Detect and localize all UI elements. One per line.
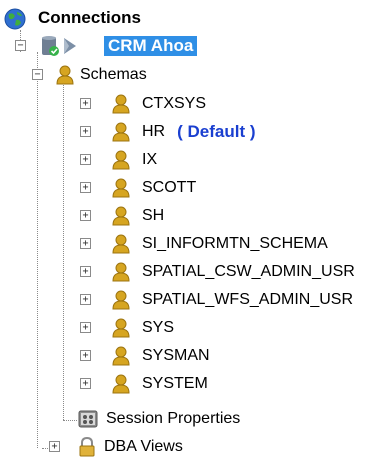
schema-item[interactable]: SYS (112, 314, 174, 342)
schema-item[interactable]: SPATIAL_CSW_ADMIN_USR (112, 258, 355, 286)
expand-toggle[interactable]: + (80, 182, 91, 193)
user-icon (112, 150, 130, 175)
user-icon (112, 178, 130, 203)
tree-line (63, 80, 64, 420)
user-icon (112, 94, 130, 119)
tree-line (37, 52, 38, 448)
tree-item-session-properties[interactable]: Session Properties (78, 405, 240, 433)
expand-toggle[interactable]: + (80, 126, 91, 137)
lock-icon (78, 436, 96, 462)
session-properties-icon (78, 410, 98, 433)
user-icon (112, 318, 130, 343)
user-icon (112, 206, 130, 231)
user-icon (56, 65, 74, 90)
database-connected-icon (40, 35, 84, 62)
schema-item[interactable]: HR ( Default ) (112, 118, 256, 146)
schema-label: SPATIAL_CSW_ADMIN_USR (142, 263, 355, 280)
schema-label: SI_INFORMTN_SCHEMA (142, 235, 328, 252)
schema-item[interactable]: SYSTEM (112, 370, 208, 398)
schema-label: CTXSYS (142, 95, 207, 112)
tree-item-connection[interactable]: CRM Ahoa (40, 32, 198, 62)
schemas-label: Schemas (80, 66, 147, 83)
schema-label: SCOTT (142, 179, 197, 196)
user-icon (112, 346, 130, 371)
expand-toggle[interactable]: + (80, 210, 91, 221)
expand-toggle[interactable]: + (49, 441, 60, 452)
schema-item[interactable]: SI_INFORMTN_SCHEMA (112, 230, 328, 258)
session-properties-label: Session Properties (106, 410, 241, 427)
user-icon (112, 374, 130, 399)
schema-label: HR (142, 123, 166, 140)
connection-label: CRM Ahoa (104, 36, 198, 56)
schema-label: SH (142, 207, 165, 224)
schema-label: SYSMAN (142, 347, 210, 364)
expand-toggle[interactable]: + (80, 238, 91, 249)
schema-label: SYSTEM (142, 375, 208, 392)
expand-toggle[interactable]: + (80, 98, 91, 109)
user-icon (112, 122, 130, 147)
schema-label: SYS (142, 319, 175, 336)
expand-toggle[interactable]: + (80, 154, 91, 165)
expand-toggle[interactable]: + (80, 322, 91, 333)
connections-tree: Connections − CRM Ahoa − Schemas + CTXSY… (0, 0, 383, 457)
default-badge: ( Default ) (177, 122, 256, 141)
expand-toggle[interactable]: + (80, 378, 91, 389)
schema-item[interactable]: SCOTT (112, 174, 196, 202)
schema-item[interactable]: SPATIAL_WFS_ADMIN_USR (112, 286, 353, 314)
tree-line (63, 420, 77, 421)
collapse-toggle[interactable]: − (15, 40, 26, 51)
user-icon (112, 290, 130, 315)
schema-item[interactable]: SH (112, 202, 164, 230)
root-label: Connections (38, 8, 141, 27)
schema-label: SPATIAL_WFS_ADMIN_USR (142, 291, 354, 308)
expand-toggle[interactable]: + (80, 266, 91, 277)
schema-label: IX (142, 151, 158, 168)
schema-item[interactable]: IX (112, 146, 157, 174)
expand-toggle[interactable]: + (80, 350, 91, 361)
schema-item[interactable]: SYSMAN (112, 342, 210, 370)
expand-toggle[interactable]: + (80, 294, 91, 305)
user-icon (112, 262, 130, 287)
dba-views-label: DBA Views (104, 438, 183, 455)
globe-icon (4, 8, 26, 35)
tree-root-connections[interactable]: Connections (4, 4, 141, 32)
tree-item-schemas[interactable]: Schemas (56, 61, 147, 89)
user-icon (112, 234, 130, 259)
collapse-toggle[interactable]: − (32, 69, 43, 80)
schema-item[interactable]: CTXSYS (112, 90, 206, 118)
